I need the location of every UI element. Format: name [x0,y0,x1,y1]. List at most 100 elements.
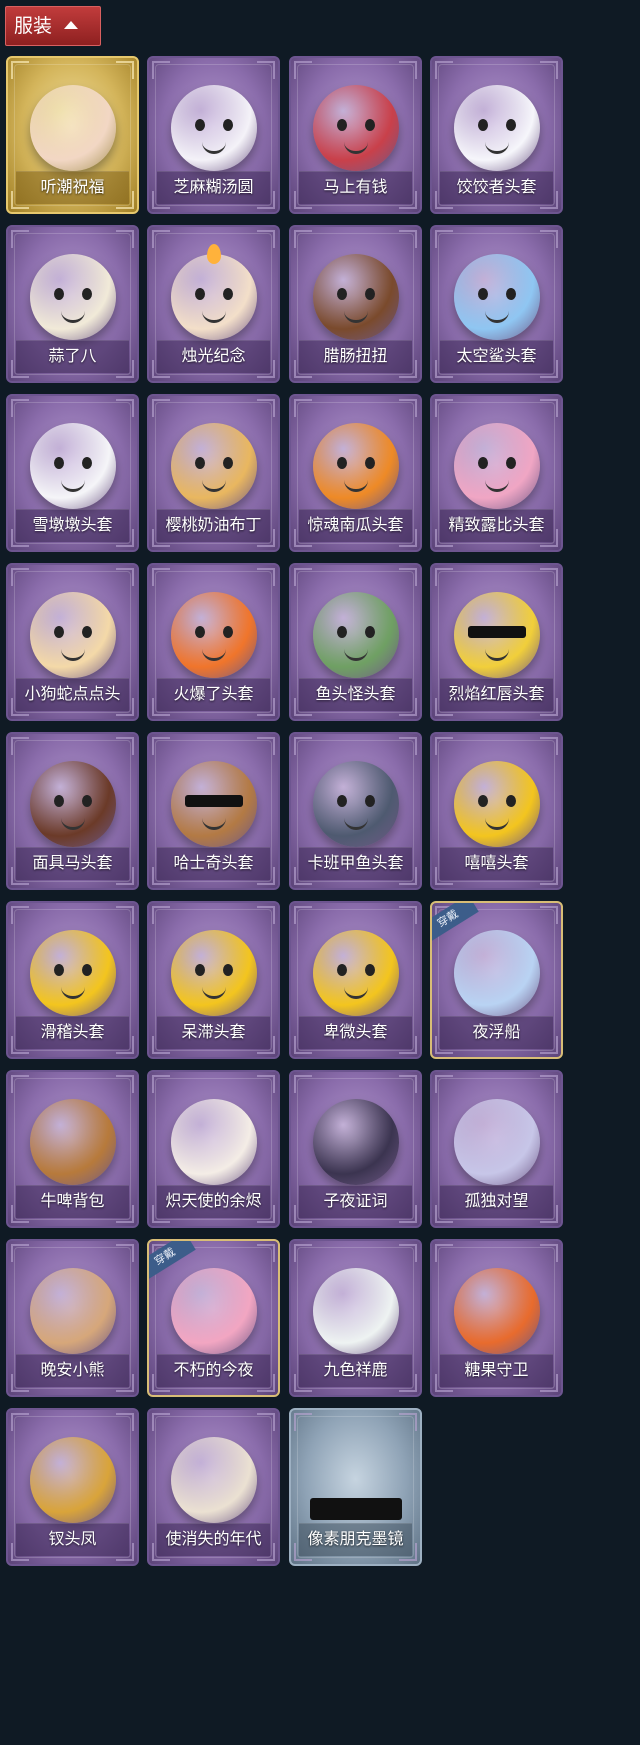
costume-card[interactable]: 鱼头怪头套 [289,563,422,721]
costume-card[interactable]: 九色祥鹿 [289,1239,422,1397]
costume-name: 烛光纪念 [181,346,246,365]
card-corner-ornament [11,61,29,79]
grin-emoji-icon [453,761,540,847]
costume-name: 马上有钱 [323,177,388,196]
costume-card[interactable]: 晚安小熊 [6,1239,139,1397]
card-corner-ornament [399,568,417,586]
card-corner-ornament [152,1075,170,1093]
card-corner-ornament [152,399,170,417]
card-corner-ornament [11,1075,29,1093]
card-corner-ornament [435,1075,453,1093]
costume-card[interactable]: 精致露比头套 [430,394,563,552]
card-corner-ornament [540,61,558,79]
costume-card[interactable]: 听潮祝福 [6,56,139,214]
face-eyes [30,592,116,678]
costume-name: 芝麻糊汤圆 [173,177,254,196]
costume-card[interactable]: 牛啤背包 [6,1070,139,1228]
costume-card[interactable]: 面具马头套 [6,732,139,890]
costume-card[interactable]: 樱桃奶油布丁 [147,394,280,552]
costume-name: 糖果守卫 [464,1360,529,1379]
costume-card[interactable]: 马上有钱 [289,56,422,214]
costume-card[interactable]: 小狗蛇点点头 [6,563,139,721]
costume-card[interactable]: 腊肠扭扭 [289,225,422,383]
costume-name: 嘻嘻头套 [464,853,529,872]
card-corner-ornament [294,1413,312,1431]
costume-card[interactable]: 卑微头套 [289,901,422,1059]
rice-ball-head-icon [170,85,257,171]
costume-name: 滑稽头套 [40,1022,105,1041]
costume-card[interactable]: 像素朋克墨镜 [289,1408,422,1566]
costume-card[interactable]: 太空鲨头套 [430,225,563,383]
card-corner-ornament [435,1244,453,1262]
costume-card[interactable]: 炽天使的余烬 [147,1070,280,1228]
pumpkin-scarecrow-icon [453,1268,540,1354]
princess-doll-icon [453,1099,540,1185]
face-eyes [454,254,540,340]
costume-card[interactable]: 卡班甲鱼头套 [289,732,422,890]
costume-card[interactable]: 烛光纪念 [147,225,280,383]
costume-name: 听潮祝福 [40,177,105,196]
garlic-head-icon [29,254,116,340]
sunglasses-shape [309,1498,402,1520]
card-corner-ornament [294,906,312,924]
card-corner-ornament [116,399,134,417]
pink-beaver-head-icon [453,423,540,509]
costume-card[interactable]: 嘻嘻头套 [430,732,563,890]
costume-card[interactable]: 滑稽头套 [6,901,139,1059]
costume-name: 烈焰红唇头套 [448,684,545,703]
costume-card[interactable]: 哈士奇头套 [147,732,280,890]
card-corner-ornament [540,906,558,924]
card-corner-ornament [11,1413,29,1431]
costume-name: 面具马头套 [32,853,113,872]
stare-emoji-icon [170,930,257,1016]
pudding-head-icon [170,423,257,509]
costume-name: 九色祥鹿 [323,1360,388,1379]
costume-name: 呆滞头套 [181,1022,246,1041]
costume-card[interactable]: 蒜了八 [6,225,139,383]
face-eyes [313,930,399,1016]
face-eyes [30,930,116,1016]
cloud-head-icon [453,85,540,171]
costume-card[interactable]: 饺饺者头套 [430,56,563,214]
card-corner-ornament [11,399,29,417]
face-eyes [313,592,399,678]
costume-card[interactable]: 火爆了头套 [147,563,280,721]
fire-head-icon [170,592,257,678]
card-corner-ornament [540,1244,558,1262]
card-corner-ornament [399,399,417,417]
costume-name: 火爆了头套 [173,684,254,703]
costume-card[interactable]: 惊魂南瓜头套 [289,394,422,552]
costume-card[interactable]: 使消失的年代 [147,1408,280,1566]
card-corner-ornament [152,737,170,755]
costume-card[interactable]: 子夜证词 [289,1070,422,1228]
card-corner-ornament [435,399,453,417]
costume-name: 鱼头怪头套 [315,684,396,703]
costume-card[interactable]: 孤独对望 [430,1070,563,1228]
costume-card[interactable]: 钗头凤 [6,1408,139,1566]
phoenix-crown-doll-icon [29,1437,116,1523]
costume-card[interactable]: 烈焰红唇头套 [430,563,563,721]
costume-card[interactable]: 呆滞头套 [147,901,280,1059]
sunglasses-shape [184,795,243,807]
bear-pendant-icon [29,1268,116,1354]
card-corner-ornament [540,399,558,417]
costume-name: 哈士奇头套 [173,853,254,872]
costume-card[interactable]: 糖果守卫 [430,1239,563,1397]
costume-toggle-button[interactable]: 服装 [5,6,101,46]
card-corner-ornament [11,906,29,924]
crow-doll-icon [312,1099,399,1185]
costume-card[interactable]: 芝麻糊汤圆 [147,56,280,214]
costume-name: 惊魂南瓜头套 [307,515,404,534]
face-eyes [171,592,257,678]
fish-head-icon [312,592,399,678]
costume-card[interactable]: 夜浮船 穿戴 [430,901,563,1059]
card-corner-ornament [116,230,134,248]
card-corner-ornament [257,906,275,924]
chevron-up-icon [64,21,79,29]
pixel-sunglasses-icon [309,1437,402,1523]
costume-card[interactable]: 雪墩墩头套 [6,394,139,552]
card-corner-ornament [294,1244,312,1262]
card-corner-ornament [435,568,453,586]
costume-card[interactable]: 不朽的今夜 穿戴 [147,1239,280,1397]
costume-name: 太空鲨头套 [456,346,537,365]
